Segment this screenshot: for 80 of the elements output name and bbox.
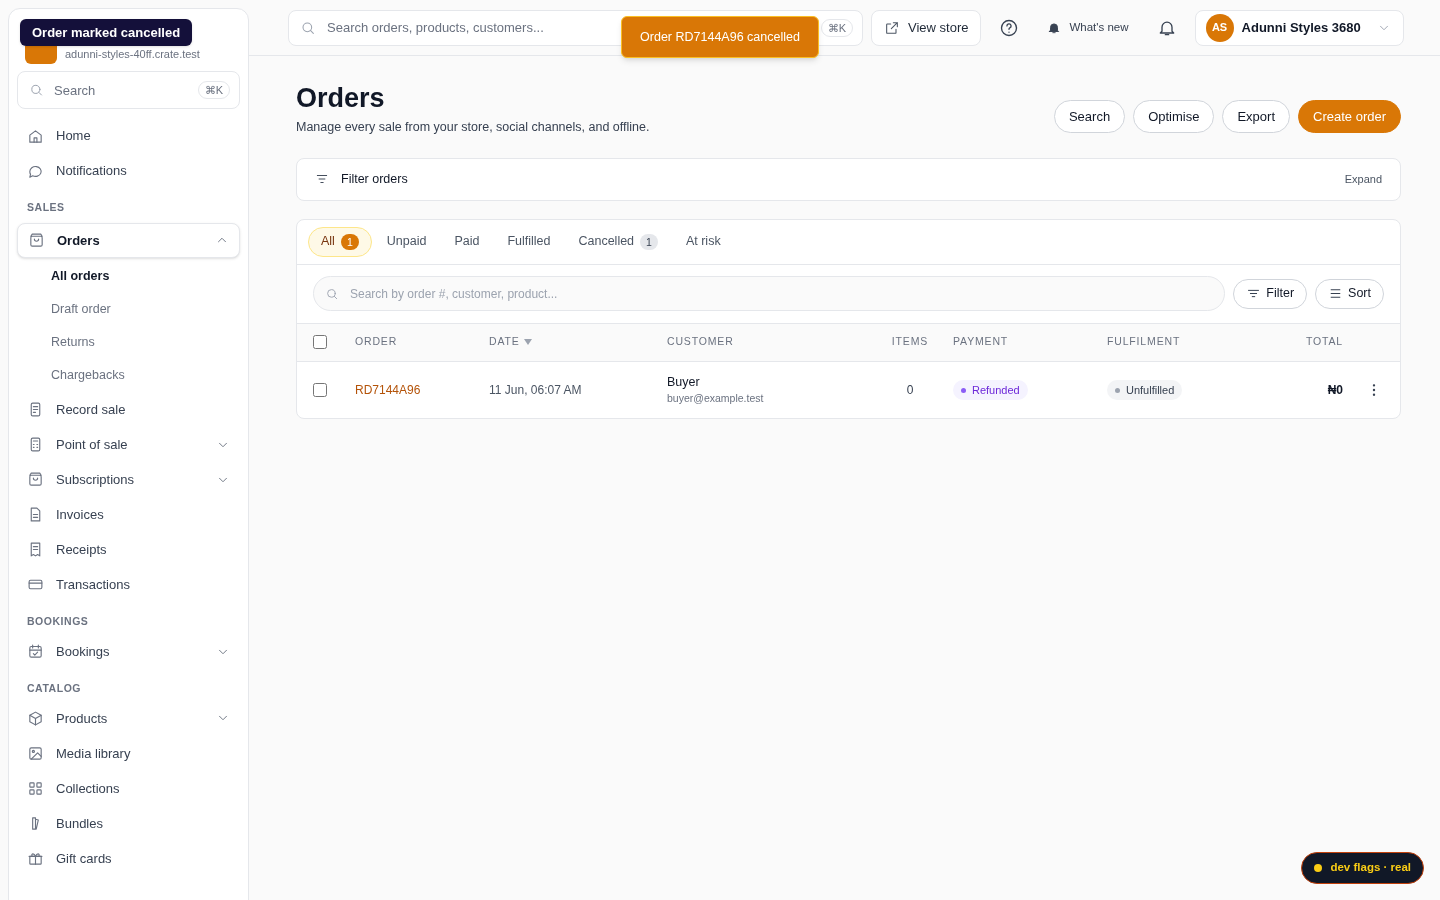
count-badge: 1 xyxy=(340,233,359,250)
column-header[interactable]: TOTAL xyxy=(1305,334,1343,351)
select-all-checkbox[interactable] xyxy=(313,335,327,350)
sidebar-item[interactable]: Point of sale xyxy=(17,429,240,460)
sidebar-item[interactable]: Transactions xyxy=(17,569,240,600)
toolbar-button[interactable]: Filter xyxy=(1233,278,1308,309)
tab[interactable]: At risk xyxy=(672,226,734,257)
page-subtitle: Manage every sale from your store, social channels, and offline. xyxy=(296,119,650,136)
action-button[interactable]: Export xyxy=(1222,100,1290,133)
tab[interactable]: Cancelled 1 xyxy=(565,226,671,257)
sidebar-item[interactable]: Notifications xyxy=(17,156,240,186)
toast: Order RD7144A96 cancelled xyxy=(621,16,819,58)
sidebar-item[interactable]: Record sale xyxy=(17,394,240,425)
section-heading: SALES xyxy=(26,200,66,215)
search-icon xyxy=(300,19,316,36)
store-logo xyxy=(25,46,57,64)
store-address: adunni-styles-40ff.crate.test xyxy=(65,46,200,62)
row-checkbox[interactable] xyxy=(313,382,327,397)
tab[interactable]: Paid xyxy=(441,226,493,257)
help-icon xyxy=(999,17,1020,38)
column-header[interactable]: FULFILMENT xyxy=(1107,334,1181,351)
tab[interactable]: Unpaid xyxy=(373,226,440,257)
submenu-item[interactable]: Chargebacks xyxy=(17,361,240,390)
search-field[interactable]: Search by order #, customer, product... xyxy=(313,276,1226,312)
action-button[interactable]: Search xyxy=(1053,100,1126,133)
bell-icon xyxy=(1047,20,1062,35)
column-header[interactable]: DATE xyxy=(489,334,520,351)
image-icon xyxy=(27,744,44,762)
page-title: Orders xyxy=(296,82,386,114)
customer-email: buyer@example.test xyxy=(667,391,765,407)
dev-flags-badge: dev flags · real xyxy=(1301,852,1424,884)
sidebar-item[interactable]: Subscriptions xyxy=(17,464,240,495)
sidebar-item[interactable]: Products xyxy=(17,703,240,734)
sidebar-item[interactable]: Gift cards xyxy=(17,843,240,874)
sidebar-item[interactable]: Home xyxy=(17,121,240,151)
sidebar-item[interactable]: Collections xyxy=(17,773,240,804)
table-cell-text: ₦0 xyxy=(1326,381,1343,399)
whats-new-button[interactable]: What's new xyxy=(1039,9,1137,46)
view-store-button[interactable]: View store xyxy=(871,9,982,46)
submenu-item[interactable]: All orders xyxy=(17,262,240,291)
sidebar-item[interactable]: Invoices xyxy=(17,499,240,530)
sidebar-item[interactable]: Media library xyxy=(17,738,240,769)
sidebar-item[interactable]: Bookings xyxy=(17,636,240,667)
shortcut-hint: ⌘K xyxy=(197,81,230,99)
cube-icon xyxy=(27,709,44,727)
home-icon xyxy=(27,127,44,145)
tab[interactable]: All 1 xyxy=(308,226,372,257)
calendar-icon xyxy=(27,643,44,660)
expand-link[interactable]: Expand xyxy=(1344,171,1382,188)
section-heading: BOOKINGS xyxy=(26,613,90,629)
customer-name: Buyer xyxy=(667,373,701,391)
section-heading: CATALOG xyxy=(26,680,83,696)
column-header[interactable]: ORDER xyxy=(355,334,398,351)
table-cell-text: 0 xyxy=(905,381,915,399)
toolbar-button[interactable]: Sort xyxy=(1315,278,1384,309)
payment-status-badge: Refunded xyxy=(953,380,1028,400)
account-menu[interactable]: AS Adunni Styles 3680 xyxy=(1194,9,1404,46)
column-header[interactable]: PAYMENT xyxy=(953,334,1009,351)
grid-icon xyxy=(27,779,44,797)
fulfilment-status-badge: Unfulfilled xyxy=(1107,380,1183,400)
filter-bar[interactable]: Filter orders Expand xyxy=(296,157,1401,201)
toast: Order marked cancelled xyxy=(20,19,193,46)
tab[interactable]: Fulfilled xyxy=(494,226,564,257)
submenu-item[interactable]: Draft order xyxy=(17,295,240,324)
action-button[interactable]: Optimise xyxy=(1133,100,1215,133)
bag-icon xyxy=(28,231,45,249)
column-header[interactable]: ITEMS xyxy=(891,334,929,351)
count-badge: 1 xyxy=(640,233,658,250)
order-link[interactable]: RD7144A96 xyxy=(355,380,421,399)
table-cell-text: 11 Jun, 06:07 AM xyxy=(489,381,583,399)
search-icon xyxy=(29,82,44,98)
sidebar-item[interactable]: Orders xyxy=(17,222,240,258)
search-icon xyxy=(325,286,339,301)
sidebar-item[interactable]: Receipts xyxy=(17,534,240,565)
sidebar-item[interactable]: Bundles xyxy=(17,808,240,839)
column-header[interactable]: CUSTOMER xyxy=(667,334,734,351)
submenu-item[interactable]: Returns xyxy=(17,328,240,357)
external-link-icon xyxy=(884,19,900,36)
bag-icon xyxy=(27,471,44,489)
avatar: AS xyxy=(1205,13,1234,42)
